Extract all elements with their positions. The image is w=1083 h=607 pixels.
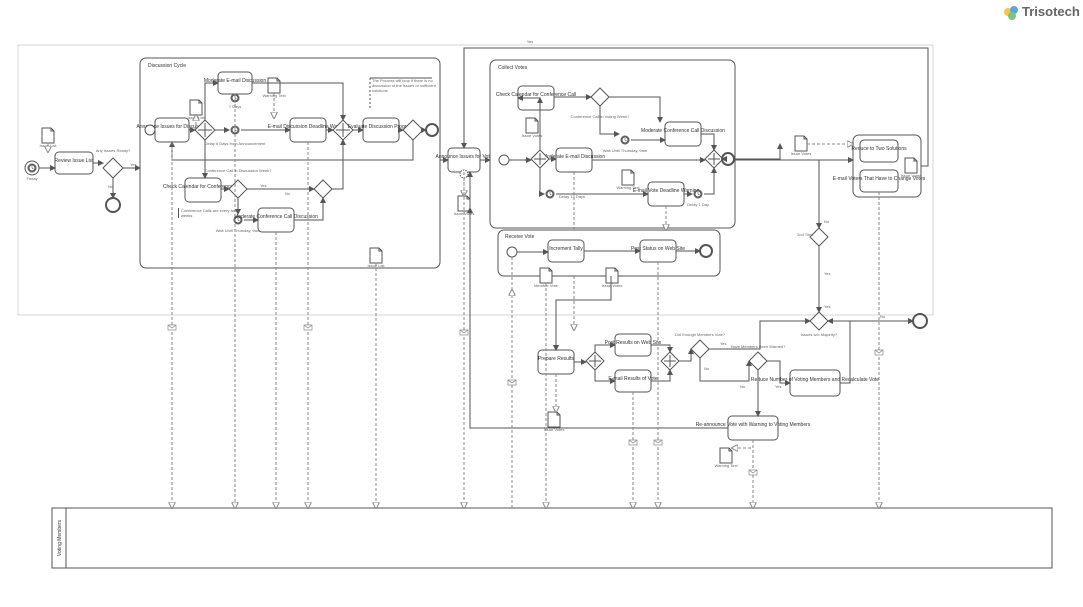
gw-warned[interactable] bbox=[749, 352, 767, 370]
svg-text:Delay 13 Days: Delay 13 Days bbox=[559, 194, 585, 199]
svg-text:Yes: Yes bbox=[260, 183, 267, 188]
task-evaluate-discussion[interactable] bbox=[363, 118, 399, 142]
task-moderate-email-vote[interactable] bbox=[556, 148, 592, 172]
task-email-deadline[interactable] bbox=[290, 118, 326, 142]
svg-text:Collect Votes: Collect Votes bbox=[498, 65, 528, 71]
pool-voting-members bbox=[52, 508, 1052, 568]
end-event-no-issues[interactable] bbox=[106, 198, 120, 212]
svg-text:Any Issues Ready?: Any Issues Ready? bbox=[96, 148, 131, 153]
gw-issues-ready[interactable] bbox=[103, 158, 123, 178]
svg-text:No: No bbox=[824, 219, 830, 224]
task-prepare-results[interactable] bbox=[538, 350, 574, 374]
end-disc-cycle bbox=[426, 124, 438, 136]
svg-text:Moderate Conference Call Discu: Moderate Conference Call Discussion bbox=[234, 214, 318, 220]
task-check-calendar[interactable] bbox=[185, 178, 221, 202]
svg-text:Issue Votes: Issue Votes bbox=[522, 133, 543, 138]
svg-text:Yes: Yes bbox=[720, 341, 727, 346]
svg-text:Receive Vote: Receive Vote bbox=[505, 234, 535, 240]
data-issue-list-start bbox=[42, 128, 54, 143]
svg-text:Increment Tally: Increment Tally bbox=[549, 246, 583, 252]
svg-text:No: No bbox=[704, 366, 710, 371]
gw-results-fork[interactable] bbox=[586, 352, 604, 370]
svg-text:Prepare Results: Prepare Results bbox=[538, 356, 574, 362]
gw-2nd-time[interactable] bbox=[810, 228, 828, 246]
brand-logo: Trisotech bbox=[1004, 4, 1080, 20]
annotation-confcall: Conference Calls are every two weeks bbox=[178, 208, 238, 218]
svg-text:E-mail Results of Vote: E-mail Results of Vote bbox=[608, 376, 657, 382]
start-event-friday[interactable] bbox=[25, 161, 39, 175]
gw-results-join[interactable] bbox=[661, 352, 679, 370]
start-collect bbox=[499, 155, 509, 165]
svg-text:E-mail Vote Deadline Warning: E-mail Vote Deadline Warning bbox=[633, 188, 700, 194]
svg-text:Wait Until Thursday, 9am: Wait Until Thursday, 9am bbox=[216, 228, 261, 233]
svg-text:Did Enough Members Vote?: Did Enough Members Vote? bbox=[675, 332, 726, 337]
svg-text:Have Members Been Warned?: Have Members Been Warned? bbox=[731, 344, 787, 349]
svg-text:Warning Text: Warning Text bbox=[714, 463, 738, 468]
svg-text:No: No bbox=[740, 384, 746, 389]
data-issue-votes-6 bbox=[795, 136, 807, 151]
task-announce-discussion[interactable] bbox=[155, 118, 189, 142]
svg-text:2nd Time: 2nd Time bbox=[797, 232, 814, 237]
svg-text:Issue Votes: Issue Votes bbox=[901, 173, 922, 178]
svg-text:Review Issue List: Review Issue List bbox=[55, 158, 95, 164]
start-label: Friday bbox=[26, 176, 37, 181]
svg-text:Reduce Number of Voting Member: Reduce Number of Voting Members and Reca… bbox=[751, 377, 879, 383]
data-warning-3 bbox=[720, 448, 732, 463]
svg-text:Issues w/o Majority?: Issues w/o Majority? bbox=[801, 332, 838, 337]
annotation-loop: The Process will loop if there is no dis… bbox=[372, 78, 438, 93]
timer-delay13 bbox=[546, 190, 554, 198]
task-reannounce[interactable] bbox=[728, 416, 778, 440]
end-process[interactable] bbox=[913, 314, 927, 328]
gw-enough[interactable] bbox=[691, 340, 709, 358]
svg-text:Trisotech: Trisotech bbox=[1022, 4, 1080, 19]
svg-text:Issue Votes: Issue Votes bbox=[791, 151, 812, 156]
timer-delay1 bbox=[694, 190, 702, 198]
svg-text:Reduce to Two Solutions: Reduce to Two Solutions bbox=[851, 146, 907, 152]
svg-text:Delay 1 Day: Delay 1 Day bbox=[687, 202, 709, 207]
svg-text:Announce Issues for Vote: Announce Issues for Vote bbox=[436, 154, 493, 160]
svg-text:Yes: Yes bbox=[130, 162, 137, 167]
task-email-vote-deadline[interactable] bbox=[648, 182, 684, 206]
svg-text:Re-announce Vote with Warning: Re-announce Vote with Warning to Voting … bbox=[696, 422, 811, 428]
svg-text:Yes: Yes bbox=[824, 271, 831, 276]
svg-text:Conference Call in Discussion: Conference Call in Discussion Week? bbox=[205, 168, 273, 173]
svg-text:Yes: Yes bbox=[775, 384, 782, 389]
data-issue-votes-4 bbox=[548, 412, 560, 427]
svg-text:Issue Votes: Issue Votes bbox=[602, 283, 623, 288]
task-moderate-confcall[interactable] bbox=[258, 208, 294, 232]
timer-wait-thursday-2 bbox=[621, 136, 629, 144]
end-receive bbox=[700, 245, 712, 257]
svg-text:No: No bbox=[880, 314, 886, 319]
bpmn-canvas: Trisotech Yes Friday Issue List Review I… bbox=[0, 0, 1083, 607]
task-announce-vote[interactable] bbox=[448, 148, 480, 172]
top-edge-label: Yes bbox=[527, 39, 534, 44]
svg-text:No: No bbox=[285, 191, 291, 196]
svg-text:Wait Until Thursday, 9am: Wait Until Thursday, 9am bbox=[603, 148, 648, 153]
pool-label: Voting Members bbox=[57, 519, 63, 556]
svg-text:Yes: Yes bbox=[824, 304, 831, 309]
sp-disc-title: Discussion Cycle bbox=[148, 63, 186, 69]
start-receive bbox=[507, 247, 517, 257]
end-collect bbox=[722, 153, 734, 165]
task-reduce-recalc[interactable] bbox=[790, 370, 840, 396]
